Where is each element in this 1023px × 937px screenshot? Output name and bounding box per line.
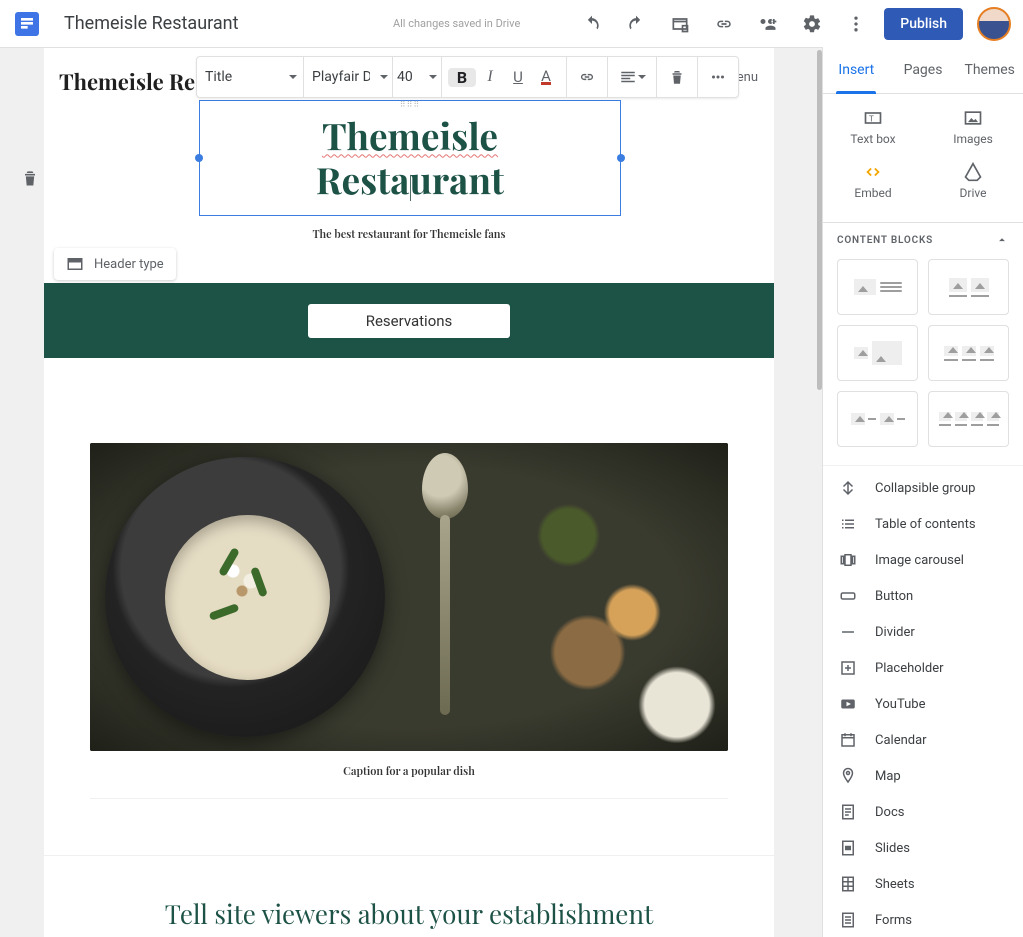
page-subtitle[interactable]: The best restaurant for Themeisle fans [44,226,774,241]
reservations-section[interactable]: Reservations [44,283,774,358]
save-status: All changes saved in Drive [393,17,520,30]
block-layout-6[interactable] [928,391,1009,447]
caret-icon [289,75,297,79]
insert-item-list: Collapsible group Table of contents Imag… [823,465,1023,937]
text-color-button[interactable]: A [532,70,560,85]
block-layout-2[interactable] [928,259,1009,315]
italic-button[interactable]: I [476,68,504,86]
insert-table-of-contents[interactable]: Table of contents [823,506,1023,542]
undo-button[interactable] [570,4,614,44]
title-line-1: Themeisle [322,111,498,160]
insert-calendar[interactable]: Calendar [823,722,1023,758]
insert-sheets[interactable]: Sheets [823,866,1023,902]
page-canvas[interactable]: Themeisle Resta enu ⠿⠿⠿ Themeisle Restau… [44,48,774,937]
preview-button[interactable] [658,4,702,44]
font-size-select[interactable]: 40 [393,57,442,97]
font-size-value: 40 [397,69,413,85]
dish-image[interactable] [90,443,728,751]
header-type-label: Header type [94,257,164,272]
topbar: Themeisle Restaurant All changes saved i… [0,0,1023,47]
tab-pages[interactable]: Pages [890,47,957,93]
insert-images[interactable]: Images [923,100,1023,154]
caret-icon [638,75,646,79]
text-style-value: Title [205,69,232,85]
svg-text:T: T [869,114,874,124]
block-layout-1[interactable] [837,259,918,315]
header-type-button[interactable]: Header type [54,248,176,280]
format-toolbar: Title Playfair Disp 40 B I U A [196,56,739,98]
tab-themes[interactable]: Themes [956,47,1023,93]
insert-image-carousel[interactable]: Image carousel [823,542,1023,578]
caret-icon [380,75,388,79]
redo-button[interactable] [614,4,658,44]
insert-drive[interactable]: Drive [923,154,1023,208]
block-layout-3[interactable] [837,325,918,381]
settings-button[interactable] [790,4,834,44]
font-family-select[interactable]: Playfair Disp [304,57,393,97]
share-button[interactable] [746,4,790,44]
account-avatar[interactable] [977,7,1011,41]
insert-map[interactable]: Map [823,758,1023,794]
more-button[interactable] [834,4,878,44]
right-panel: Insert Pages Themes T Text box Images Em… [822,47,1023,937]
content-blocks-header[interactable]: CONTENT BLOCKS [823,222,1023,257]
publish-button[interactable]: Publish [884,8,963,40]
underline-button[interactable]: U [504,68,532,86]
insert-link-button[interactable] [573,68,601,86]
insert-divider[interactable]: Divider [823,614,1023,650]
image-section[interactable]: Caption for a popular dish [44,358,774,855]
insert-button[interactable]: Button [823,578,1023,614]
block-layout-4[interactable] [928,325,1009,381]
text-style-select[interactable]: Title [197,57,304,97]
bold-button[interactable]: B [448,68,476,87]
insert-placeholder[interactable]: Placeholder [823,650,1023,686]
insert-youtube[interactable]: YouTube [823,686,1023,722]
spoon-icon [435,453,455,713]
insert-slides[interactable]: Slides [823,830,1023,866]
workspace: Themeisle Resta enu ⠿⠿⠿ Themeisle Restau… [0,47,823,937]
insert-text-box[interactable]: T Text box [823,100,923,154]
content-blocks-grid [823,257,1023,465]
caret-icon [429,75,437,79]
insert-quick-grid: T Text box Images Embed Drive [823,94,1023,222]
reservations-button[interactable]: Reservations [308,304,511,338]
panel-tabs: Insert Pages Themes [823,47,1023,94]
chevron-up-icon [995,233,1009,247]
delete-section-button[interactable] [14,162,46,194]
document-title[interactable]: Themeisle Restaurant [64,13,238,34]
tab-insert[interactable]: Insert [823,47,890,93]
font-family-value: Playfair Disp [312,69,370,85]
insert-docs[interactable]: Docs [823,794,1023,830]
about-heading[interactable]: Tell site viewers about your establishme… [44,855,774,937]
insert-collapsible-group[interactable]: Collapsible group [823,470,1023,506]
dish-caption[interactable]: Caption for a popular dish [90,751,728,778]
drag-handle-icon[interactable]: ⠿⠿⠿ [400,100,421,109]
delete-box-button[interactable] [663,68,691,86]
toolbar-more-button[interactable] [704,68,732,86]
block-layout-5[interactable] [837,391,918,447]
text-cursor [410,175,411,201]
link-button[interactable] [702,4,746,44]
resize-handle-left[interactable] [195,154,203,162]
nav-fragment: enu [737,70,758,85]
sites-logo[interactable] [15,12,39,36]
insert-embed[interactable]: Embed [823,154,923,208]
resize-handle-right[interactable] [617,154,625,162]
title-text-box[interactable]: ⠿⠿⠿ Themeisle Restaurant [199,100,621,216]
insert-forms[interactable]: Forms [823,902,1023,937]
